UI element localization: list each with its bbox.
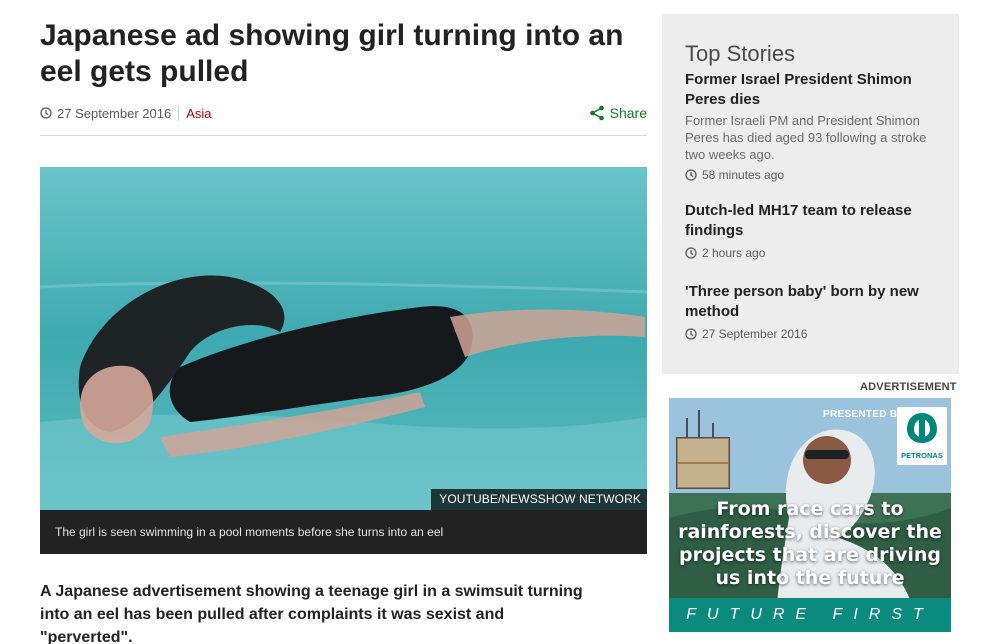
top-story-item[interactable]: Dutch-led MH17 team to release findings … [685,201,945,260]
article-headline: Japanese ad showing girl turning into an… [40,19,624,88]
share-icon [589,105,604,121]
share-label: Share [609,105,647,121]
clock-icon [685,328,697,340]
story-time: 27 September 2016 [702,327,808,341]
article-meta: 27 September 2016 Asia Share [40,103,647,123]
ad-footer: FUTURE FIRST [669,598,951,632]
clock-icon [685,247,697,259]
top-stories-panel: Top Stories Former Israel President Shim… [662,14,959,374]
meta-divider [178,105,180,121]
story-headline[interactable]: 'Three person baby' born by new method [685,282,945,322]
article: Japanese ad showing girl turning into an… [40,0,647,644]
story-headline[interactable]: Former Israel President Shimon Peres die… [685,70,945,110]
story-time: 2 hours ago [702,246,766,260]
ad-headline: From race cars to rainforests, discover … [678,498,942,589]
article-date: 27 September 2016 [57,105,172,121]
swimmer-illustration [40,167,647,510]
top-story-item[interactable]: 'Three person baby' born by new method 2… [685,282,945,341]
story-summary: Former Israeli PM and President Shimon P… [685,113,927,162]
petronas-logo-icon [907,413,937,443]
petronas-logo: PETRONAS [897,407,947,465]
story-timestamp: 58 minutes ago [685,168,945,182]
article-media: YOUTUBE/NEWSSHOW NETWORK The girl is see… [40,167,647,554]
advertisement-banner[interactable]: PRESENTED BY PETRONAS From race cars to … [669,398,951,632]
story-timestamp: 27 September 2016 [685,327,945,341]
story-time: 58 minutes ago [702,168,785,182]
top-story-item[interactable]: Former Israel President Shimon Peres die… [685,70,945,182]
clock-icon [40,107,52,119]
image-credit: YOUTUBE/NEWSSHOW NETWORK [431,489,647,510]
advertisement-label: ADVERTISEMENT [860,381,957,393]
article-photo[interactable]: YOUTUBE/NEWSSHOW NETWORK [40,167,647,510]
story-headline[interactable]: Dutch-led MH17 team to release findings [685,201,945,241]
section-link[interactable]: Asia [186,106,211,121]
image-caption: The girl is seen swimming in a pool mome… [40,510,647,554]
story-timestamp: 2 hours ago [685,246,945,260]
share-button[interactable]: Share [589,105,647,121]
ad-presented-by: PRESENTED BY [823,409,905,420]
clock-icon [685,169,697,181]
ad-brand: PETRONAS [901,451,943,460]
article-lead: A Japanese advertisement showing a teena… [40,583,583,644]
top-stories-title: Top Stories [685,41,796,66]
divider [40,135,647,136]
